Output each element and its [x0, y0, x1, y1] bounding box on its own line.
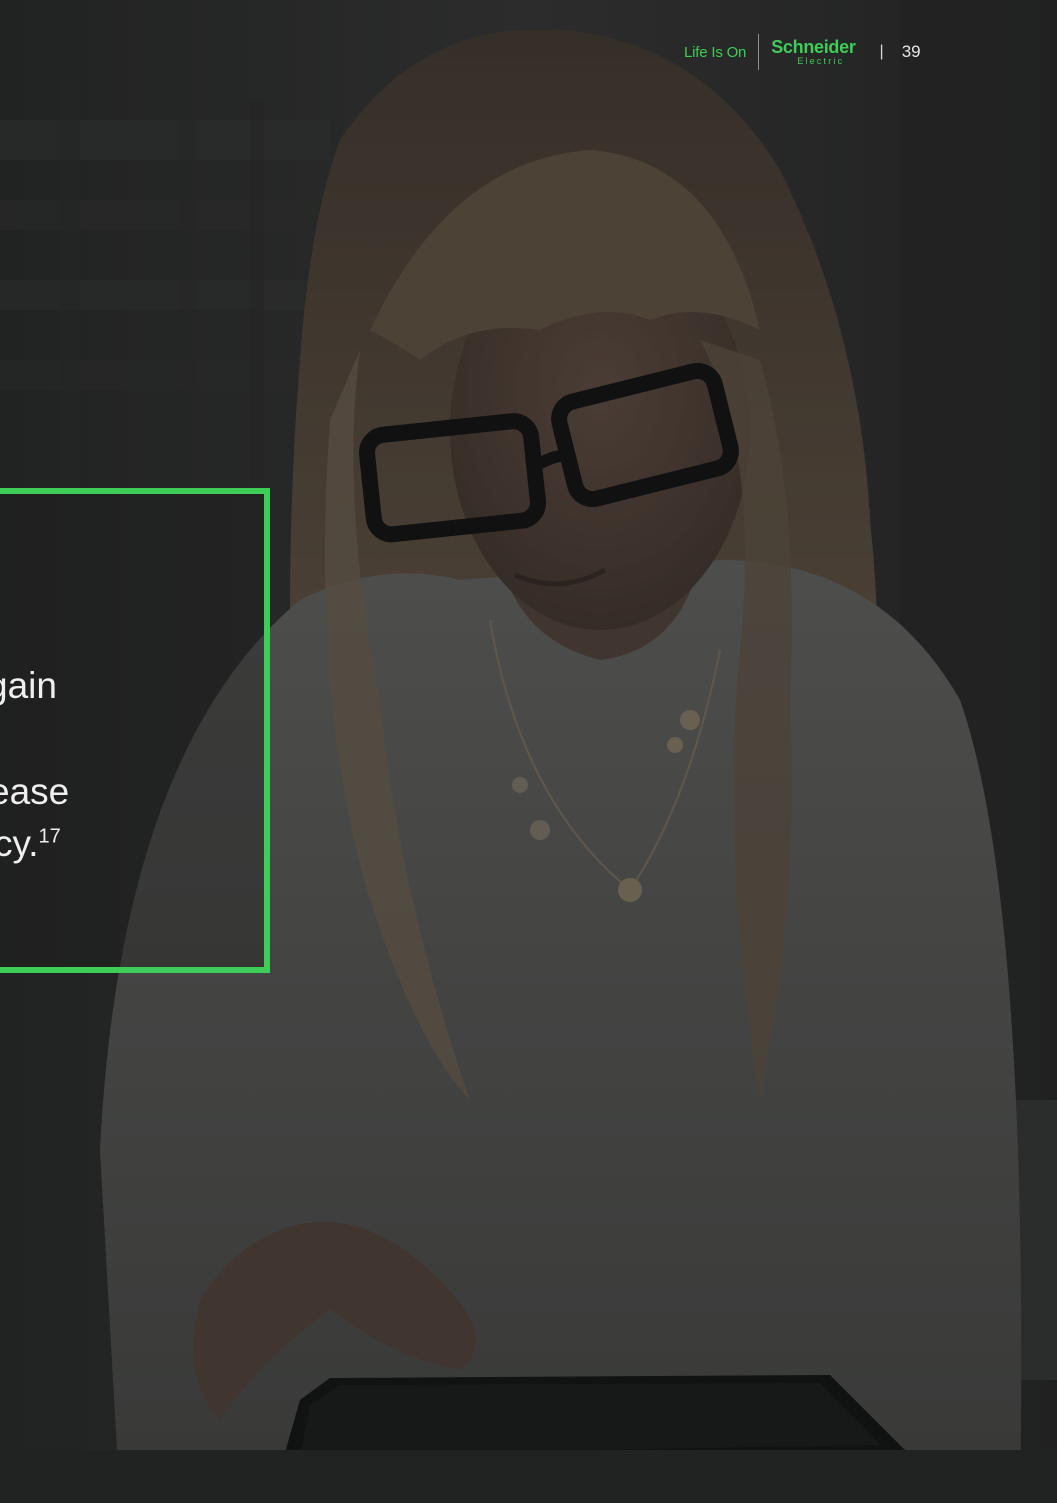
page-number: 39: [901, 42, 921, 61]
callout-line-1: gain: [0, 665, 57, 706]
footnote-marker: 17: [38, 825, 61, 848]
tagline: Life Is On: [684, 43, 747, 61]
callout-line-2: ease: [0, 771, 70, 812]
header-divider: [758, 34, 760, 70]
callout-line-3-text: cy.: [0, 823, 39, 864]
brand-name: Schneider: [771, 37, 856, 57]
header-pipe: |: [879, 43, 884, 60]
page-header: Life Is On Schneider Electric | 39: [684, 34, 921, 70]
callout-box: [0, 488, 270, 973]
brand-subname: Electric: [797, 56, 845, 66]
callout-line-3: cy.17: [0, 818, 61, 870]
brand-logo: Schneider Electric: [771, 37, 856, 66]
